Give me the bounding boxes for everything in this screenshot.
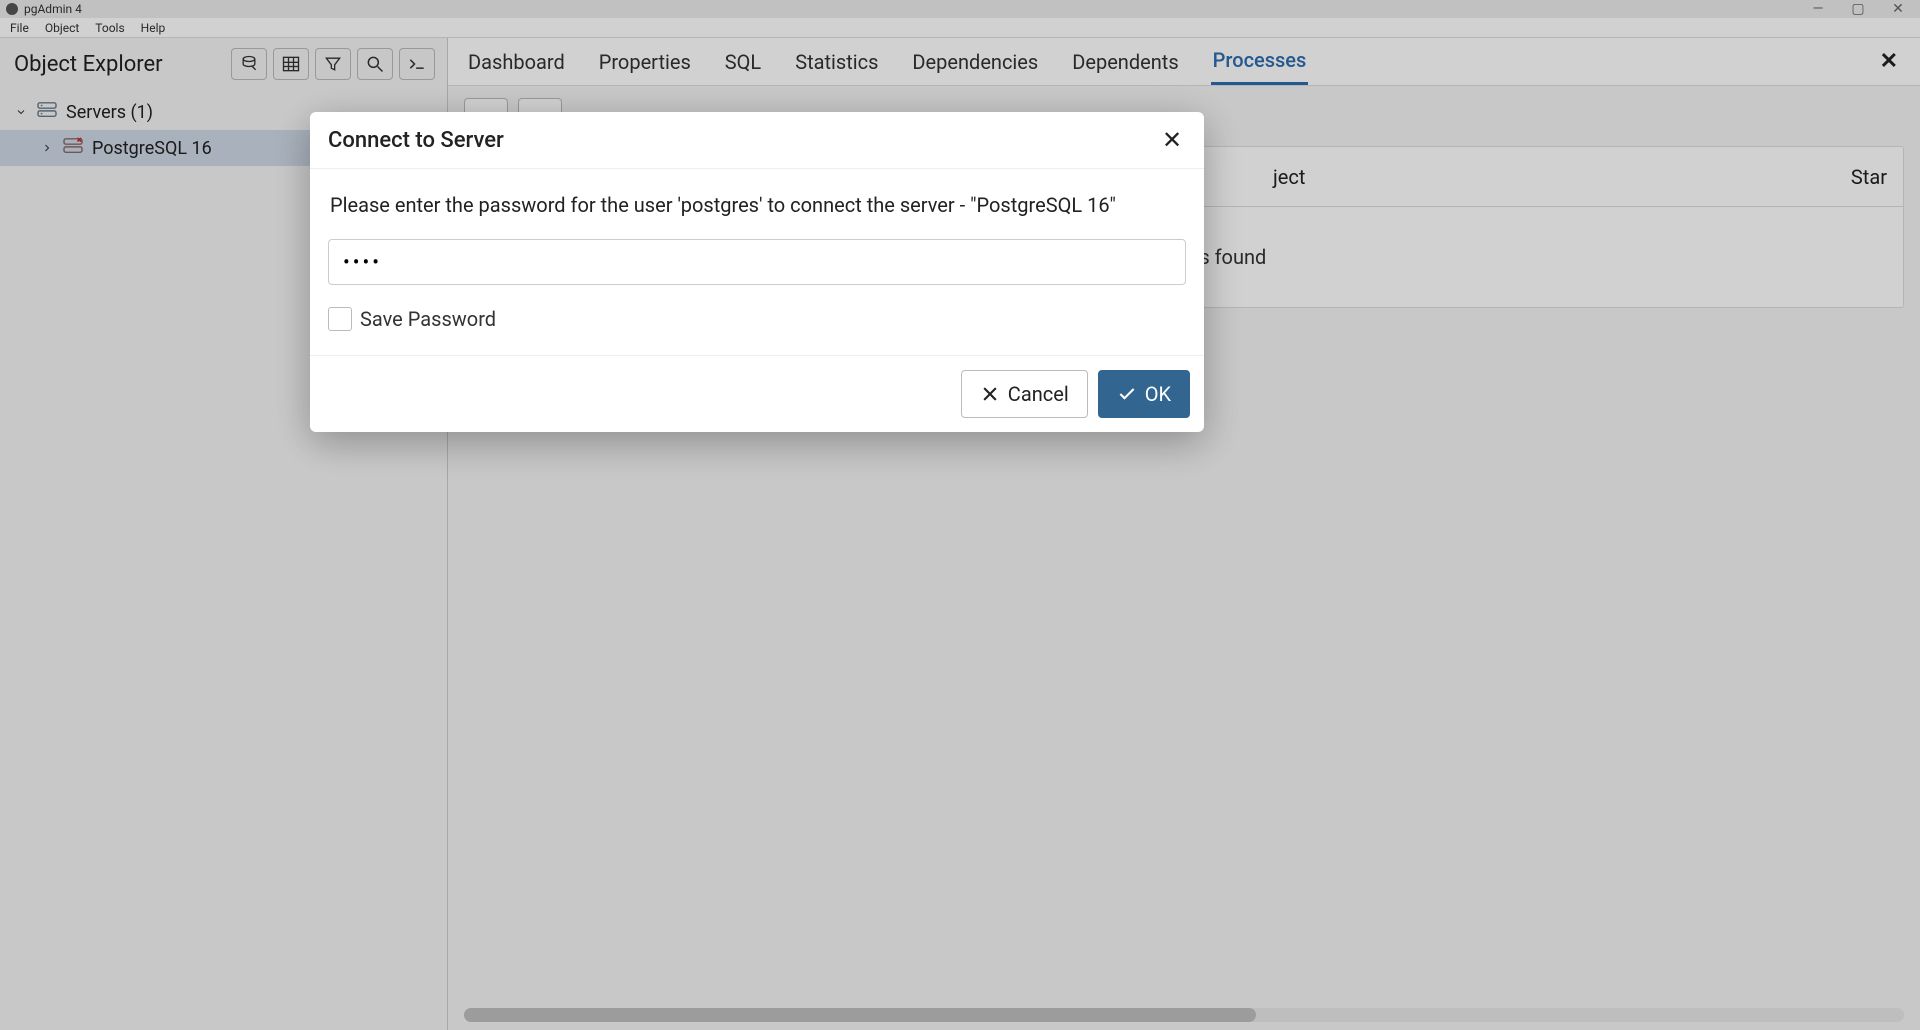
dialog-header: Connect to Server ✕ (310, 112, 1204, 169)
dialog-body: Please enter the password for the user '… (310, 169, 1204, 355)
save-password-checkbox[interactable] (328, 307, 352, 331)
ok-button-label: OK (1145, 382, 1171, 406)
connect-to-server-dialog: Connect to Server ✕ Please enter the pas… (310, 112, 1204, 432)
password-input[interactable] (328, 239, 1186, 285)
dialog-title: Connect to Server (328, 128, 504, 153)
save-password-label: Save Password (360, 307, 496, 331)
dialog-message: Please enter the password for the user '… (328, 193, 1186, 217)
cancel-button-label: Cancel (1008, 382, 1069, 406)
ok-button[interactable]: OK (1098, 370, 1190, 418)
cancel-button[interactable]: Cancel (961, 370, 1088, 418)
save-password-row: Save Password (328, 307, 1186, 331)
check-icon (1117, 384, 1137, 404)
dialog-footer: Cancel OK (310, 355, 1204, 432)
close-icon (980, 384, 1000, 404)
dialog-close-button[interactable]: ✕ (1158, 126, 1186, 154)
